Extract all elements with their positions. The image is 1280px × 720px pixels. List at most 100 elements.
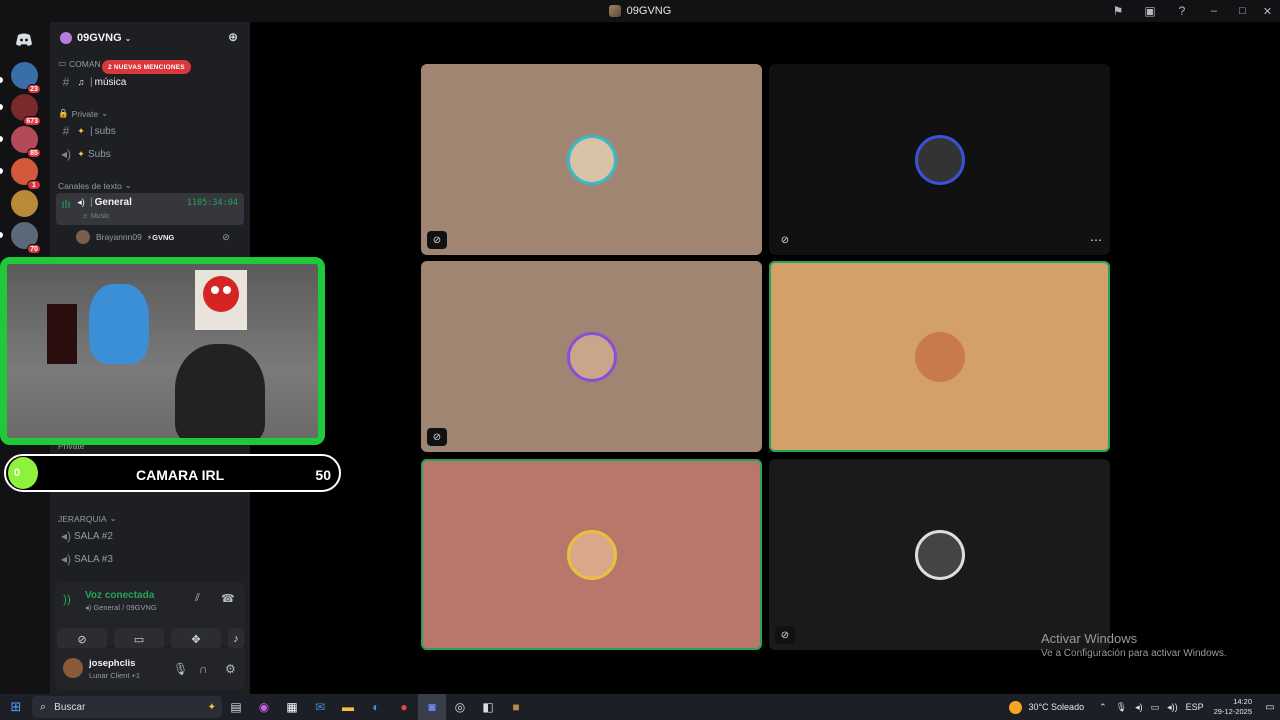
category-private[interactable]: 🔒 Private ⌄: [58, 108, 108, 119]
copilot-icon[interactable]: ◉: [250, 694, 278, 720]
disconnect-icon[interactable]: ☎: [221, 592, 235, 605]
avatar: [76, 230, 90, 244]
guild-icon: [60, 32, 72, 44]
edge-icon[interactable]: ◐: [362, 694, 390, 720]
channel-subs-voice[interactable]: ◂) ✦ Subs: [56, 144, 244, 164]
headphones-icon[interactable]: ∩: [199, 662, 208, 676]
participant-tile[interactable]: ⊘: [421, 64, 762, 255]
file-explorer-icon[interactable]: ▬: [334, 694, 362, 720]
speaker-icon[interactable]: ◂): [1135, 702, 1143, 713]
channel-subs-text[interactable]: # ✦ | subs: [56, 121, 244, 141]
voice-user[interactable]: Brayannn09 ⚡GVNG ⊘: [76, 228, 230, 246]
outlook-icon[interactable]: ✉: [306, 694, 334, 720]
weather-widget[interactable]: 30°C Soleado: [1009, 700, 1084, 714]
deafened-icon: ⊘: [427, 428, 447, 446]
server-icon[interactable]: 23: [11, 62, 41, 94]
microphone-icon[interactable]: 🎙: [173, 662, 188, 676]
server-icon[interactable]: 70: [11, 222, 41, 254]
app-root: 09GVNG ⚑ ▣ ? – □ ✕ 23 673 85 1 70 09GVNG…: [0, 0, 1280, 720]
category-text-channels[interactable]: Canales de texto ⌄: [58, 180, 132, 191]
activities-button[interactable]: ✥: [171, 628, 221, 650]
server-icon[interactable]: 85: [11, 126, 41, 158]
volume-icon[interactable]: ◂)): [1167, 702, 1178, 713]
participant-tile[interactable]: ⊘: [421, 261, 762, 452]
titlebar-controls: ⚑ ▣ ? – □ ✕: [1102, 0, 1280, 22]
noise-suppression-icon[interactable]: ⫽: [195, 592, 200, 605]
unread-pill: [0, 232, 3, 238]
minimize-button[interactable]: –: [1198, 0, 1230, 22]
title-bar: 09GVNG ⚑ ▣ ? – □ ✕: [0, 0, 1280, 22]
windows-taskbar: ⊞ ⌕ Buscar ✦ ▤ ◉ ▦ ✉ ▬ ◐ ● ◙ ◎ ◧ ■ 30°C S…: [0, 694, 1280, 720]
more-options-icon[interactable]: ⋯: [1090, 233, 1102, 247]
windows-start-icon[interactable]: ⊞: [0, 694, 32, 720]
voice-timer: 1105:34:04: [186, 198, 238, 208]
chevron-down-icon: ⌄: [124, 33, 132, 43]
camera-off-button[interactable]: ⊘: [57, 628, 107, 650]
chrome-icon[interactable]: ●: [390, 694, 418, 720]
channel-musica[interactable]: # ♫ | música: [56, 72, 244, 92]
activate-windows-subtitle: Ve a Configuración para activar Windows.: [1041, 648, 1227, 659]
channel-sala-2[interactable]: ◂) SALA #2: [56, 526, 244, 546]
notifications-icon[interactable]: ▭: [1260, 694, 1280, 720]
participant-tile[interactable]: ⊘: [769, 459, 1110, 650]
network-icon[interactable]: ▭: [1151, 702, 1160, 713]
voice-stage: ⊘ ⊘ ⋯ ⊘ ⊘: [250, 22, 1280, 694]
voice-location[interactable]: ◂) General / 09GVNG: [85, 603, 157, 612]
chevron-up-icon[interactable]: ⌃: [1099, 702, 1107, 713]
server-badge: 70: [27, 244, 41, 254]
copilot-sparkle-icon: ✦: [207, 701, 216, 713]
clock-time: 14:20: [1233, 697, 1252, 706]
clock-date: 29-12-2025: [1213, 707, 1252, 716]
obs-icon[interactable]: ◎: [446, 694, 474, 720]
signal-icon: )): [63, 592, 71, 606]
discord-home-icon[interactable]: [10, 26, 38, 54]
server-icon[interactable]: 673: [11, 94, 41, 126]
unread-pill: [0, 136, 3, 142]
avatar[interactable]: [63, 658, 83, 678]
discord-taskbar-icon[interactable]: ◙: [418, 694, 446, 720]
hash-icon: #: [62, 124, 70, 138]
folder-icon: ▭: [58, 58, 67, 68]
chevron-down-icon: ⌄: [124, 180, 132, 190]
soundboard-button[interactable]: ♪: [228, 628, 244, 650]
share-screen-button[interactable]: ▭: [114, 628, 164, 650]
participant-tile[interactable]: ⊘ ⋯: [769, 64, 1110, 255]
speaker-icon: ◂): [60, 529, 72, 543]
sparkles-icon: ✦: [77, 148, 85, 159]
guild-header[interactable]: 09GVNG ⌄ ⊕: [50, 22, 250, 54]
inbox-icon[interactable]: ⚑: [1102, 0, 1134, 22]
category-comando[interactable]: ▭ COMAN: [58, 58, 101, 69]
store-icon[interactable]: ▦: [278, 694, 306, 720]
muted-icon: ⊘: [427, 231, 447, 249]
settings-gear-icon[interactable]: ⚙: [225, 662, 236, 676]
language-indicator[interactable]: ESP: [1186, 702, 1204, 712]
task-view-icon[interactable]: ▤: [222, 694, 250, 720]
server-logo-icon: [608, 5, 621, 17]
system-tray: 30°C Soleado ⌃ 🎙 ◂) ▭ ◂)) ESP 14:20 29-1…: [1009, 694, 1280, 720]
avatar: [914, 331, 965, 382]
help-icon[interactable]: ?: [1166, 0, 1198, 22]
participant-tile-speaking[interactable]: [421, 459, 762, 650]
server-icon[interactable]: [11, 190, 38, 217]
sun-icon: [1009, 700, 1023, 714]
minecraft-icon[interactable]: ■: [502, 694, 530, 720]
microphone-icon[interactable]: 🎙: [1116, 702, 1127, 713]
category-jerarquia[interactable]: JERARQUIA ⌄: [58, 513, 117, 524]
channel-sala-3[interactable]: ◂) SALA #3: [56, 549, 244, 569]
channel-general[interactable]: ılı ◂) | General 1105:34:04 ♬ Music: [56, 193, 244, 225]
close-button[interactable]: ✕: [1255, 0, 1280, 22]
sparkles-icon: ✦: [77, 125, 85, 136]
taskbar-clock[interactable]: 14:20 29-12-2025: [1214, 697, 1252, 717]
taskbar-search[interactable]: ⌕ Buscar ✦: [32, 696, 222, 718]
chevron-down-icon: ⌄: [101, 108, 109, 118]
server-icon[interactable]: 1: [11, 158, 41, 190]
maximize-button[interactable]: □: [1230, 0, 1255, 22]
speaker-icon: ◂): [60, 147, 72, 161]
screen-icon[interactable]: ▣: [1134, 0, 1166, 22]
camara-irl-bar: 0 CAMARA IRL 50: [4, 454, 341, 492]
music-emoji-icon: ♫: [77, 77, 85, 87]
participant-tile-speaking[interactable]: [769, 261, 1110, 452]
capcut-icon[interactable]: ◧: [474, 694, 502, 720]
hash-icon: #: [62, 75, 70, 89]
add-user-icon[interactable]: ⊕: [228, 30, 238, 44]
